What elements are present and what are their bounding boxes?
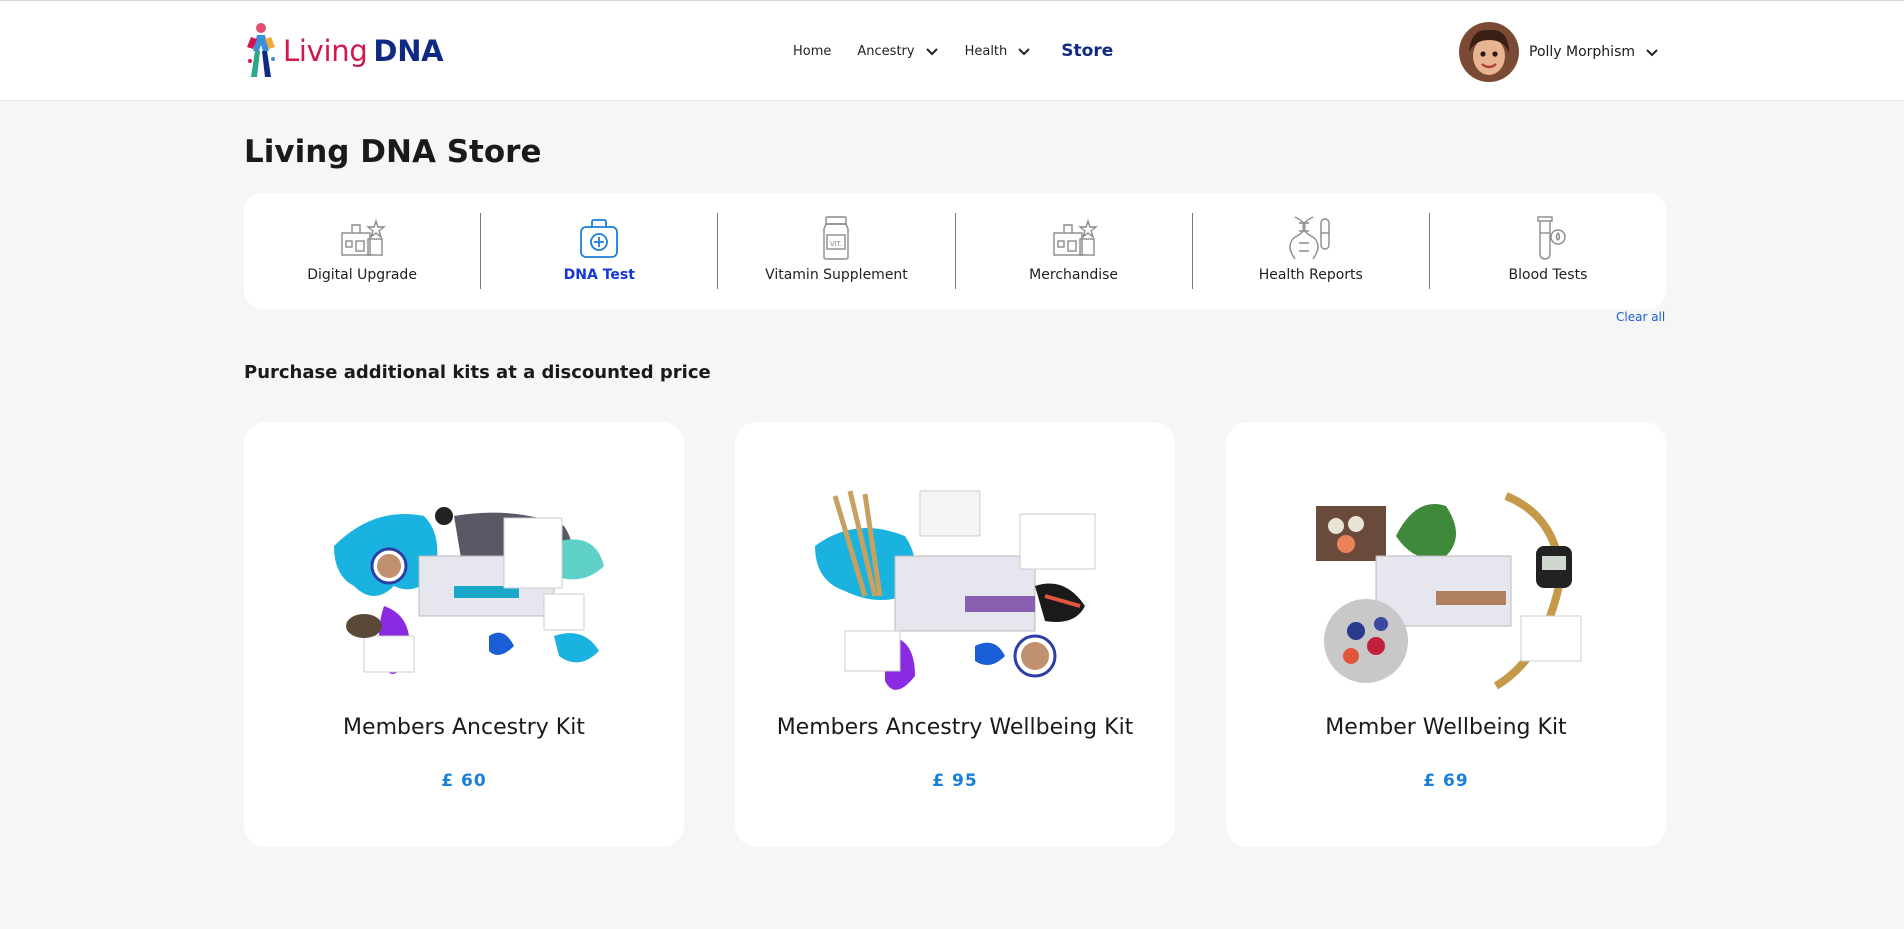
chevron-down-icon: [1018, 48, 1030, 56]
product-card-members-ancestry-wellbeing-kit[interactable]: Members Ancestry Wellbeing Kit £ 95: [735, 422, 1175, 847]
product-name: Members Ancestry Kit: [343, 715, 585, 740]
logo-word-dna: DNA: [373, 34, 444, 68]
ancestry-kit-image: [334, 507, 604, 674]
living-dna-logo[interactable]: Living DNA: [243, 21, 444, 81]
merchandise-icon: [1052, 218, 1098, 256]
product-name: Member Wellbeing Kit: [1325, 715, 1567, 740]
nav-ancestry[interactable]: Ancestry: [857, 44, 938, 59]
chevron-down-icon: [925, 48, 938, 56]
nav-health-label: Health: [964, 43, 1008, 59]
nav-ancestry-label: Ancestry: [857, 43, 915, 59]
category-dna-test[interactable]: DNA Test: [481, 213, 719, 289]
category-filter-bar: Digital Upgrade DNA Test VIT. Vitamin Su…: [244, 193, 1666, 309]
svg-text:VIT.: VIT.: [830, 240, 843, 248]
category-label: Digital Upgrade: [307, 267, 417, 283]
logo-word-living: Living: [283, 34, 368, 68]
nav-home-label: Home: [793, 43, 832, 59]
product-price: £ 95: [932, 771, 978, 791]
ancestry-wellbeing-kit-image: [815, 490, 1096, 690]
category-blood-tests[interactable]: Blood Tests: [1430, 213, 1666, 289]
logo-wordmark: Living DNA: [283, 34, 444, 68]
top-header: Living DNA Home Ancestry Health Store Pol…: [0, 0, 1904, 101]
category-merchandise[interactable]: Merchandise: [956, 213, 1193, 289]
product-price: £ 60: [441, 771, 487, 791]
dna-helix-icon: [1289, 216, 1330, 260]
category-health-reports[interactable]: Health Reports: [1193, 213, 1430, 289]
category-label: Health Reports: [1258, 267, 1363, 283]
section-title: Purchase additional kits at a discounted…: [244, 362, 711, 383]
user-name: Polly Morphism: [1529, 44, 1636, 60]
category-digital-upgrade[interactable]: Digital Upgrade: [244, 213, 482, 289]
category-vitamin-supplement[interactable]: VIT. Vitamin Supplement: [718, 213, 956, 289]
nav-home[interactable]: Home: [793, 44, 831, 59]
nav-store[interactable]: Store: [1061, 41, 1113, 61]
product-card-members-ancestry-kit[interactable]: Members Ancestry Kit £ 60: [244, 422, 684, 847]
category-label: Blood Tests: [1508, 267, 1588, 283]
chevron-down-icon: [1646, 49, 1658, 57]
nav-health[interactable]: Health: [965, 44, 1032, 59]
category-label: DNA Test: [563, 267, 635, 283]
main-nav: Home Ancestry Health Store: [793, 39, 1113, 63]
product-card-member-wellbeing-kit[interactable]: Member Wellbeing Kit £ 69: [1226, 422, 1666, 847]
dna-figure-logo-icon: [247, 23, 275, 77]
digital-upgrade-icon: [341, 218, 387, 256]
dna-test-kit-icon: [580, 219, 619, 258]
vitamin-jar-icon: VIT.: [823, 216, 850, 260]
avatar: [1459, 22, 1519, 82]
product-name: Members Ancestry Wellbeing Kit: [776, 715, 1134, 740]
test-tube-icon: [1537, 216, 1566, 260]
clear-all-link[interactable]: Clear all: [1616, 310, 1665, 324]
product-price: £ 69: [1423, 771, 1469, 791]
category-label: Merchandise: [1029, 267, 1119, 283]
nav-store-label: Store: [1061, 41, 1114, 61]
wellbeing-kit-image: [1316, 492, 1582, 690]
page-title: Living DNA Store: [244, 134, 542, 170]
user-menu[interactable]: Polly Morphism: [1459, 22, 1659, 82]
category-label: Vitamin Supplement: [765, 267, 908, 283]
